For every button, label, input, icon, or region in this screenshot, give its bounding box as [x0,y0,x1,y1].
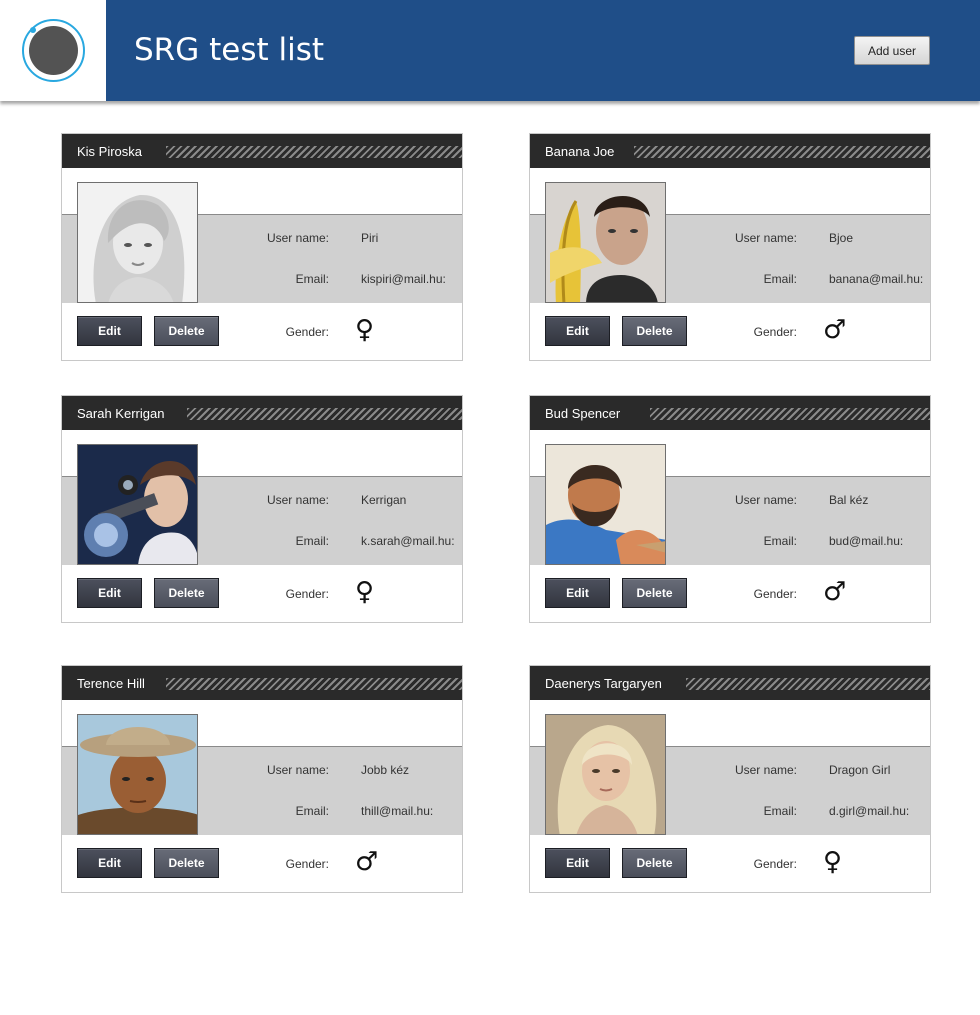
email-value: d.girl@mail.hu: [829,804,910,818]
email-value: k.sarah@mail.hu: [361,534,455,548]
decorative-stripes [634,146,930,158]
user-photo [545,444,666,565]
gender-label: Gender: [285,857,329,871]
user-name-title: Kis Piroska [77,144,151,159]
email-value: bud@mail.hu: [829,534,904,548]
username-label: User name: [266,493,329,507]
user-photo [545,182,666,303]
email-label: Email: [295,804,329,818]
email-value: kispiri@mail.hu: [361,272,446,286]
delete-button[interactable]: Delete [154,848,219,878]
user-name-title: Sarah Kerrigan [77,406,173,421]
user-card: Banana Joe User name: Bjoe Email: banana… [529,133,931,361]
page-title: SRG test list [134,32,325,68]
edit-button[interactable]: Edit [545,848,610,878]
gender-label: Gender: [753,325,797,339]
username-label: User name: [266,763,329,777]
username-value: Bjoe [829,231,854,245]
decorative-stripes [187,408,462,420]
gender-label: Gender: [285,325,329,339]
female-icon: ♀ [823,847,843,877]
user-card-header: Banana Joe [530,134,930,168]
username-value: Jobb kéz [361,763,410,777]
user-card-header: Daenerys Targaryen [530,666,930,700]
delete-button[interactable]: Delete [622,316,687,346]
add-user-button[interactable]: Add user [854,36,930,65]
username-label: User name: [266,231,329,245]
user-card: Bud Spencer User name: Bal kéz Email: bu… [529,395,931,623]
edit-button[interactable]: Edit [77,578,142,608]
user-card: Terence Hill User name: Jobb kéz Email: … [61,665,463,893]
email-label: Email: [763,272,797,286]
edit-button[interactable]: Edit [77,316,142,346]
username-value: Bal kéz [829,493,869,507]
male-icon: ♂ [823,577,847,607]
email-label: Email: [763,804,797,818]
email-label: Email: [763,534,797,548]
user-name-title: Banana Joe [545,144,623,159]
delete-button[interactable]: Delete [622,848,687,878]
user-name-title: Bud Spencer [545,406,629,421]
user-name-title: Terence Hill [77,676,153,691]
user-card-header: Bud Spencer [530,396,930,430]
user-name-title: Daenerys Targaryen [545,676,670,691]
female-icon: ♀ [355,577,375,607]
edit-button[interactable]: Edit [545,578,610,608]
user-photo [77,444,198,565]
app-header: SRG test list Add user [0,0,980,101]
user-photo [77,182,198,303]
delete-button[interactable]: Delete [154,578,219,608]
delete-button[interactable]: Delete [154,316,219,346]
username-value: Dragon Girl [829,763,891,777]
user-card-header: Terence Hill [62,666,462,700]
decorative-stripes [166,678,462,690]
username-value: Piri [361,231,379,245]
circle-logo-icon [22,19,85,82]
edit-button[interactable]: Edit [77,848,142,878]
edit-button[interactable]: Edit [545,316,610,346]
user-card: Sarah Kerrigan User name: Kerrigan Email… [61,395,463,623]
email-label: Email: [295,534,329,548]
delete-button[interactable]: Delete [622,578,687,608]
username-label: User name: [734,763,797,777]
email-value: thill@mail.hu: [361,804,434,818]
user-card-header: Sarah Kerrigan [62,396,462,430]
decorative-stripes [166,146,462,158]
username-label: User name: [734,231,797,245]
user-photo [77,714,198,835]
username-label: User name: [734,493,797,507]
male-icon: ♂ [823,315,847,345]
user-photo [545,714,666,835]
decorative-stripes [650,408,930,420]
email-label: Email: [295,272,329,286]
female-icon: ♀ [355,315,375,345]
male-icon: ♂ [355,847,379,877]
user-card: Daenerys Targaryen User name: Dragon Gir… [529,665,931,893]
gender-label: Gender: [285,587,329,601]
user-card-header: Kis Piroska [62,134,462,168]
user-card: Kis Piroska User name: Piri Email: kispi… [61,133,463,361]
logo [0,0,106,101]
decorative-stripes [686,678,930,690]
gender-label: Gender: [753,857,797,871]
username-value: Kerrigan [361,493,407,507]
email-value: banana@mail.hu: [829,272,924,286]
gender-label: Gender: [753,587,797,601]
